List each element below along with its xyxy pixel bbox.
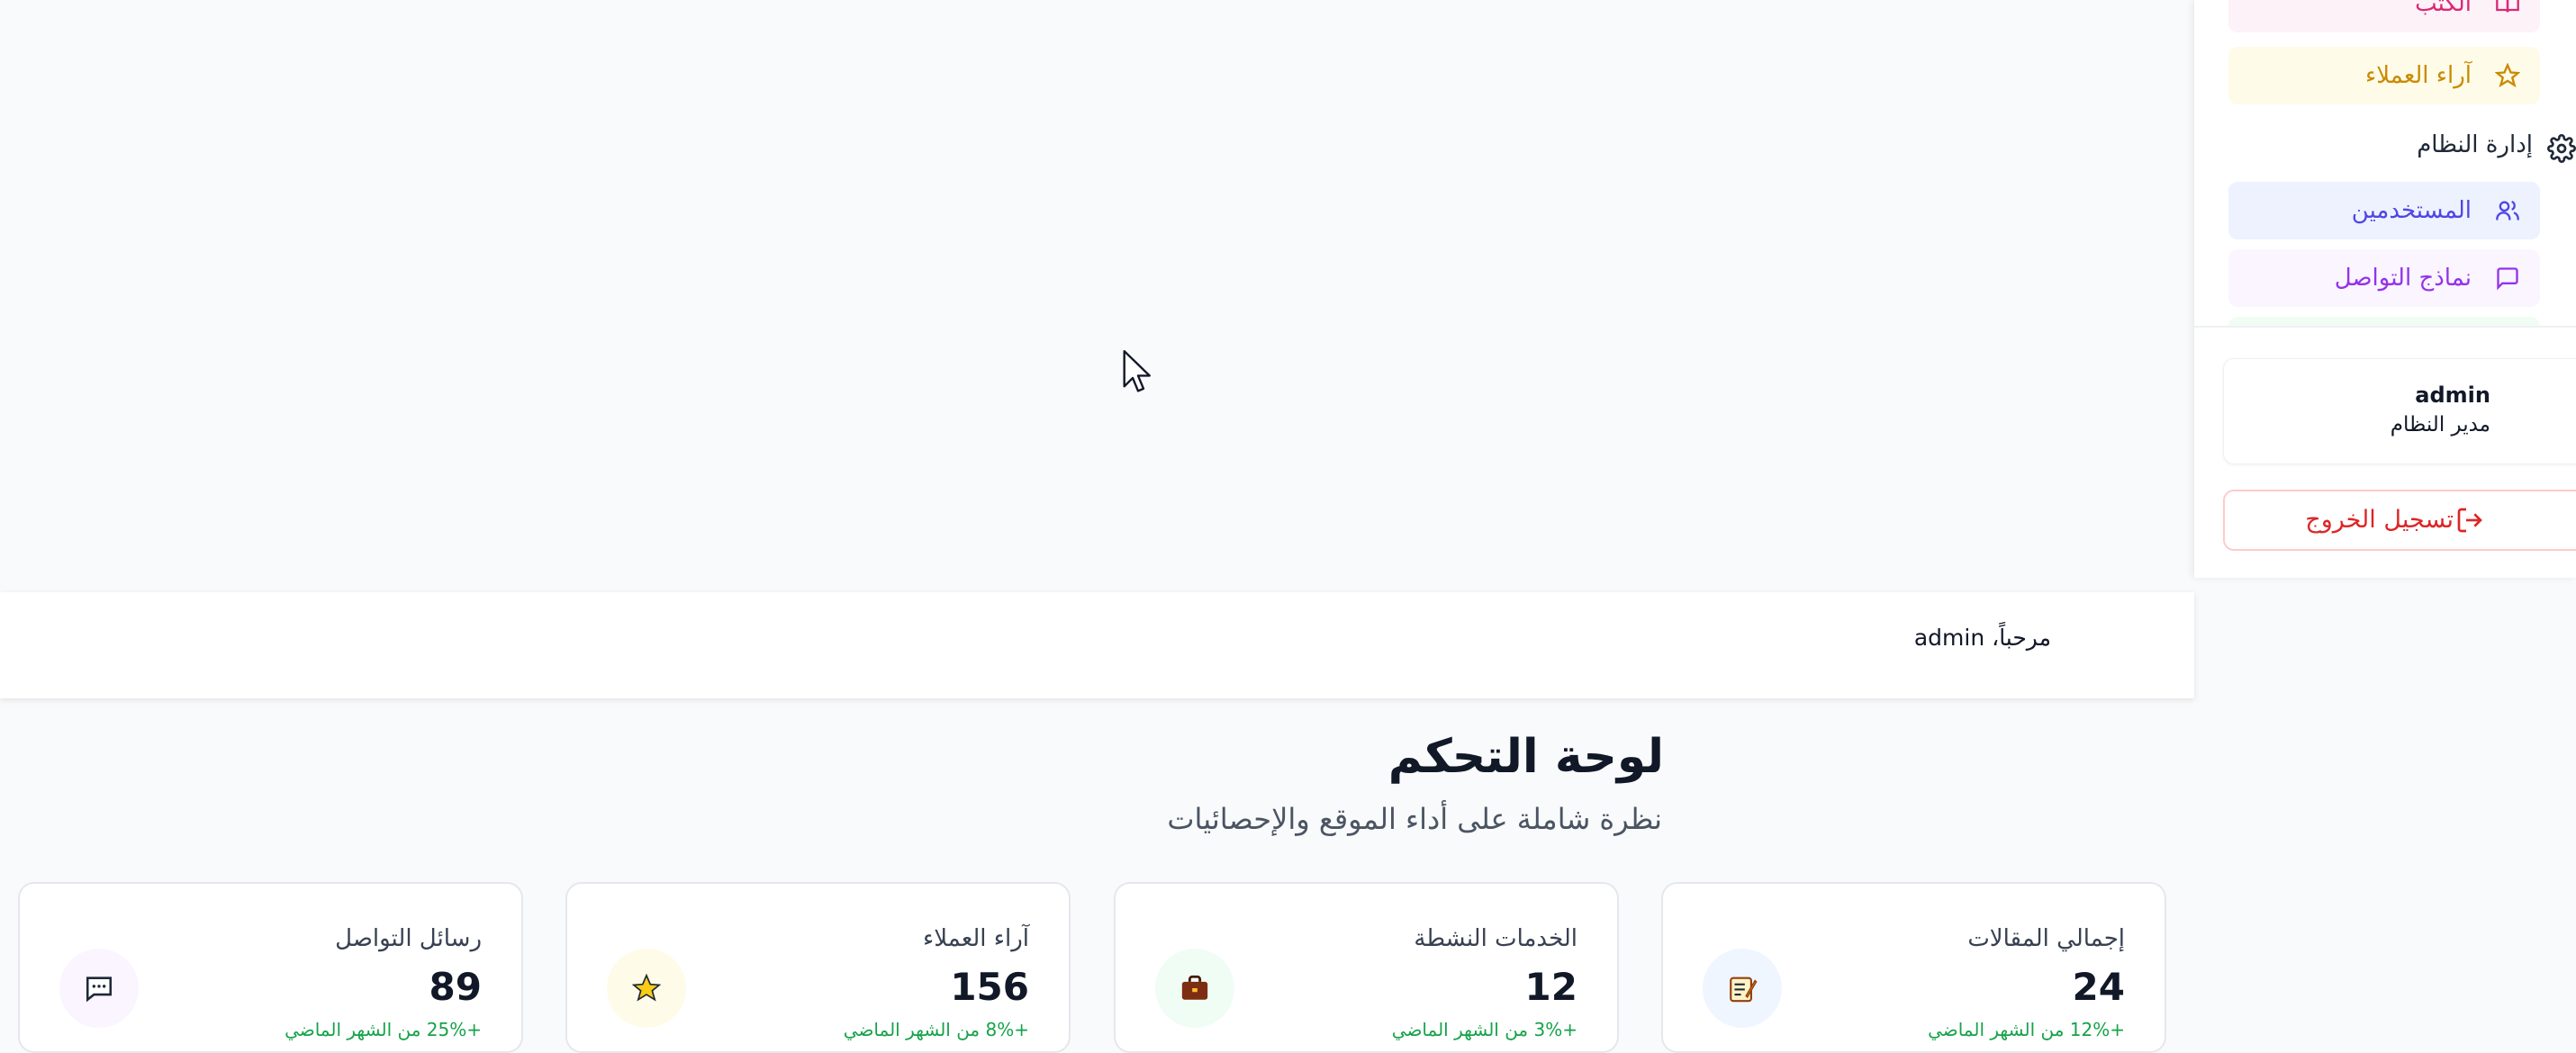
stat-card-services: الخدمات النشطة 12 +3% من الشهر الماضي (1114, 882, 1619, 1053)
top-header: مرحباً، admin (0, 592, 2194, 698)
logout-button[interactable]: تسجيل الخروج (2223, 490, 2576, 551)
welcome-greeting: مرحباً، admin (1913, 625, 2051, 651)
logout-label: تسجيل الخروج (2305, 506, 2454, 534)
sidebar-item-contact-forms[interactable]: نماذج التواصل (2228, 249, 2540, 307)
section-label-system: إدارة النظام (2417, 131, 2533, 158)
sidebar-item-users[interactable]: المستخدمين (2228, 182, 2540, 239)
stat-change: +3% من الشهر الماضي (1391, 1019, 1577, 1040)
article-icon (1703, 949, 1782, 1028)
gear-icon (2547, 134, 2576, 163)
sidebar-item-books[interactable]: الكتب (2228, 0, 2540, 32)
mouse-cursor-icon (1123, 350, 1151, 392)
sidebar-item-label: آراء العملاء (2365, 62, 2472, 89)
users-icon (2496, 200, 2519, 220)
book-icon (2496, 0, 2519, 13)
sidebar-divider (2194, 326, 2576, 328)
stat-change: +12% من الشهر الماضي (1928, 1019, 2125, 1040)
stat-change: +8% من الشهر الماضي (843, 1019, 1029, 1040)
user-role: مدير النظام (2390, 413, 2490, 436)
stat-value: 156 (950, 965, 1029, 1009)
sidebar-item-partial (2228, 317, 2540, 326)
star-icon (607, 949, 686, 1028)
briefcase-icon (1155, 949, 1234, 1028)
stat-label: آراء العملاء (923, 925, 1029, 952)
stat-value: 24 (2072, 965, 2125, 1009)
stat-value: 12 (1524, 965, 1577, 1009)
chat-icon (2497, 267, 2518, 291)
sidebar: الكتب آراء العملاء إدارة النظام المستخدم… (2194, 0, 2576, 578)
message-icon (59, 949, 139, 1028)
user-profile-card: admin مدير النظام A (2223, 358, 2576, 464)
star-icon (2495, 63, 2520, 88)
stat-label: الخدمات النشطة (1414, 925, 1577, 952)
stat-value: 89 (429, 965, 482, 1009)
stat-label: رسائل التواصل (335, 925, 482, 952)
stat-card-articles: إجمالي المقالات 24 +12% من الشهر الماضي (1661, 882, 2166, 1053)
stat-label: إجمالي المقالات (1967, 925, 2125, 952)
stat-card-testimonials: آراء العملاء 156 +8% من الشهر الماضي (565, 882, 1071, 1053)
sidebar-item-label: نماذج التواصل (2334, 265, 2472, 292)
logout-icon (2457, 508, 2482, 533)
stat-card-messages: رسائل التواصل 89 +25% من الشهر الماضي (18, 882, 523, 1053)
page-title: لوحة التحكم (1387, 730, 1664, 784)
page-subtitle: نظرة شاملة على أداء الموقع والإحصائيات (1167, 802, 1662, 836)
sidebar-item-label: المستخدمين (2351, 197, 2472, 224)
user-name: admin (2415, 382, 2490, 408)
sidebar-item-label: الكتب (2415, 0, 2472, 17)
stat-change: +25% من الشهر الماضي (285, 1019, 482, 1040)
sidebar-item-testimonials[interactable]: آراء العملاء (2228, 47, 2540, 104)
